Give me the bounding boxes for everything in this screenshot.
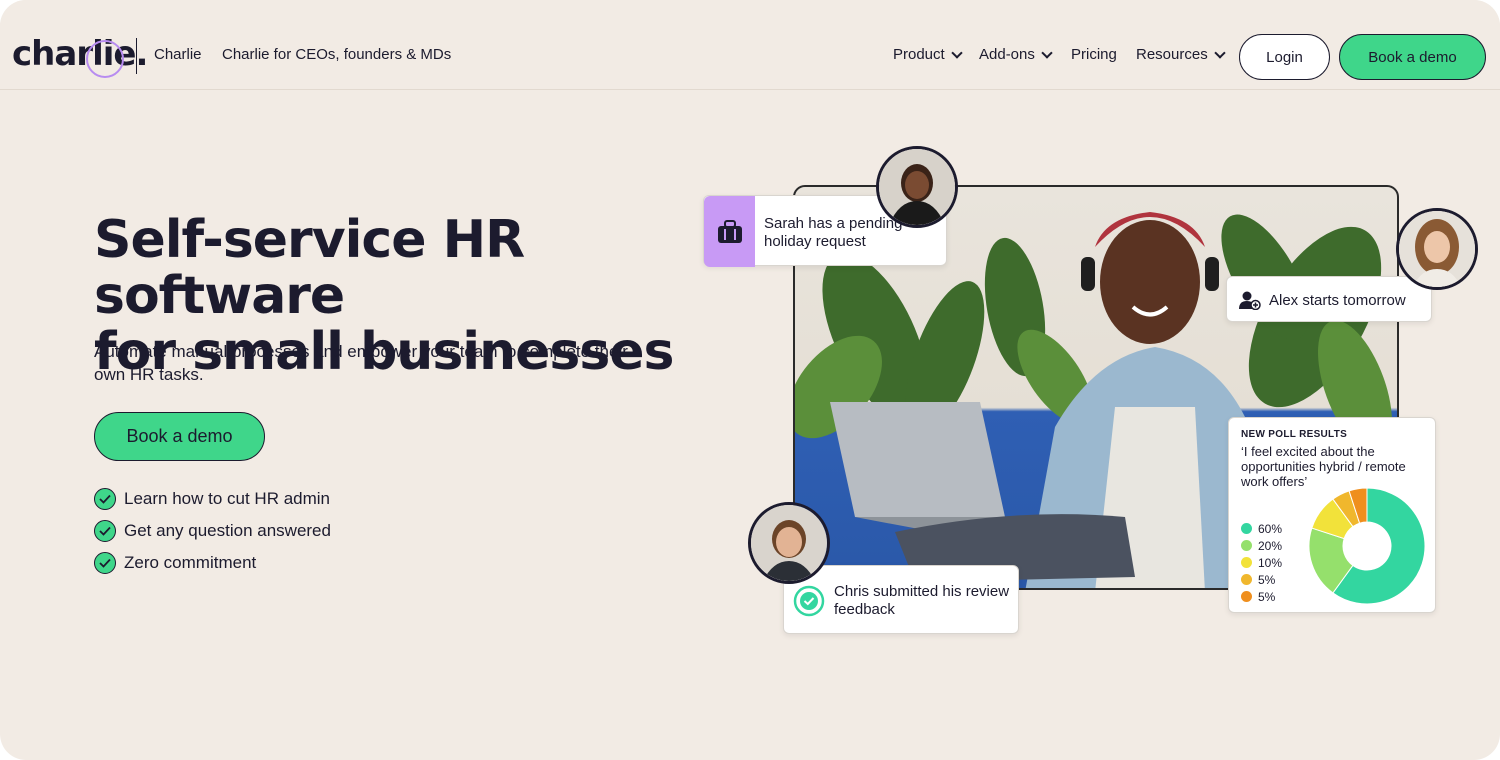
nav-menu-resources-label: Resources <box>1136 46 1208 63</box>
nav-menu-pricing-label: Pricing <box>1071 46 1117 63</box>
chevron-down-icon <box>951 46 963 59</box>
poll-legend-label: 5% <box>1258 589 1276 604</box>
benefit-label: Zero commitment <box>124 553 257 572</box>
poll-legend-item: 5% <box>1241 571 1282 588</box>
legend-dot <box>1241 574 1252 585</box>
benefit-label: Learn how to cut HR admin <box>124 489 330 508</box>
chevron-down-icon <box>1041 46 1053 59</box>
logo-ring-icon <box>86 40 124 78</box>
legend-dot <box>1241 591 1252 602</box>
poll-legend-item: 20% <box>1241 537 1282 554</box>
poll-donut-chart <box>1308 487 1426 605</box>
hero-title-line-1: Self-service HR software <box>94 210 525 326</box>
avatar-sarah <box>876 146 958 228</box>
briefcase-icon-box <box>704 196 755 267</box>
poll-legend-label: 20% <box>1258 538 1283 553</box>
book-demo-nav-button[interactable]: Book a demo <box>1339 34 1486 80</box>
benefit-item: Get any question answered <box>94 515 331 547</box>
check-circle-icon <box>94 552 116 574</box>
legend-dot <box>1241 557 1252 568</box>
nav-menu-pricing[interactable]: Pricing <box>1071 46 1117 63</box>
nav-menu-addons[interactable]: Add-ons <box>979 46 1053 63</box>
login-button[interactable]: Login <box>1239 34 1330 80</box>
review-feedback-text: Chris submitted his review feedback <box>834 583 1010 618</box>
benefit-label: Get any question answered <box>124 521 331 540</box>
poll-legend-label: 60% <box>1258 521 1283 536</box>
avatar-alex <box>1396 208 1478 290</box>
nav-menu-resources[interactable]: Resources <box>1136 46 1226 63</box>
new-starter-card[interactable]: Alex starts tomorrow <box>1226 276 1432 322</box>
page-frame: charlie. Charlie Charlie for CEOs, found… <box>0 0 1500 760</box>
benefit-item: Zero commitment <box>94 547 331 579</box>
chevron-down-icon <box>1214 46 1226 59</box>
poll-legend-item: 60% <box>1241 520 1282 537</box>
add-user-icon <box>1239 291 1261 310</box>
poll-legend: 60% 20% 10% 5% 5% <box>1241 520 1282 605</box>
poll-heading: NEW POLL RESULTS <box>1241 429 1348 440</box>
poll-question: ‘I feel excited about the opportunities … <box>1241 444 1406 489</box>
nav-menu-product-label: Product <box>893 46 945 63</box>
book-demo-hero-button[interactable]: Book a demo <box>94 412 265 461</box>
poll-results-card[interactable]: NEW POLL RESULTS ‘I feel excited about t… <box>1228 417 1436 613</box>
poll-legend-label: 10% <box>1258 555 1283 570</box>
nav-divider <box>136 38 137 74</box>
briefcase-icon <box>717 219 742 243</box>
benefit-list: Learn how to cut HR admin Get any questi… <box>94 483 331 579</box>
poll-legend-item: 5% <box>1241 588 1282 605</box>
benefit-item: Learn how to cut HR admin <box>94 483 331 515</box>
charlie-logo[interactable]: charlie. <box>12 34 148 74</box>
nav-menu-addons-label: Add-ons <box>979 46 1035 63</box>
check-circle-icon <box>94 520 116 542</box>
top-navigation: charlie. Charlie Charlie for CEOs, found… <box>0 0 1500 90</box>
review-feedback-card[interactable]: Chris submitted his review feedback <box>783 565 1019 634</box>
check-circle-icon <box>94 488 116 510</box>
legend-dot <box>1241 523 1252 534</box>
new-starter-text: Alex starts tomorrow <box>1269 292 1406 309</box>
nav-link-ceos[interactable]: Charlie for CEOs, founders & MDs <box>222 46 451 63</box>
check-badge-icon <box>793 585 825 617</box>
poll-legend-item: 10% <box>1241 554 1282 571</box>
poll-legend-label: 5% <box>1258 572 1276 587</box>
hero-subtitle: Automate manual processes and empower yo… <box>94 342 628 384</box>
avatar-chris <box>748 502 830 584</box>
legend-dot <box>1241 540 1252 551</box>
nav-link-charlie[interactable]: Charlie <box>154 46 202 63</box>
nav-menu-product[interactable]: Product <box>893 46 963 63</box>
